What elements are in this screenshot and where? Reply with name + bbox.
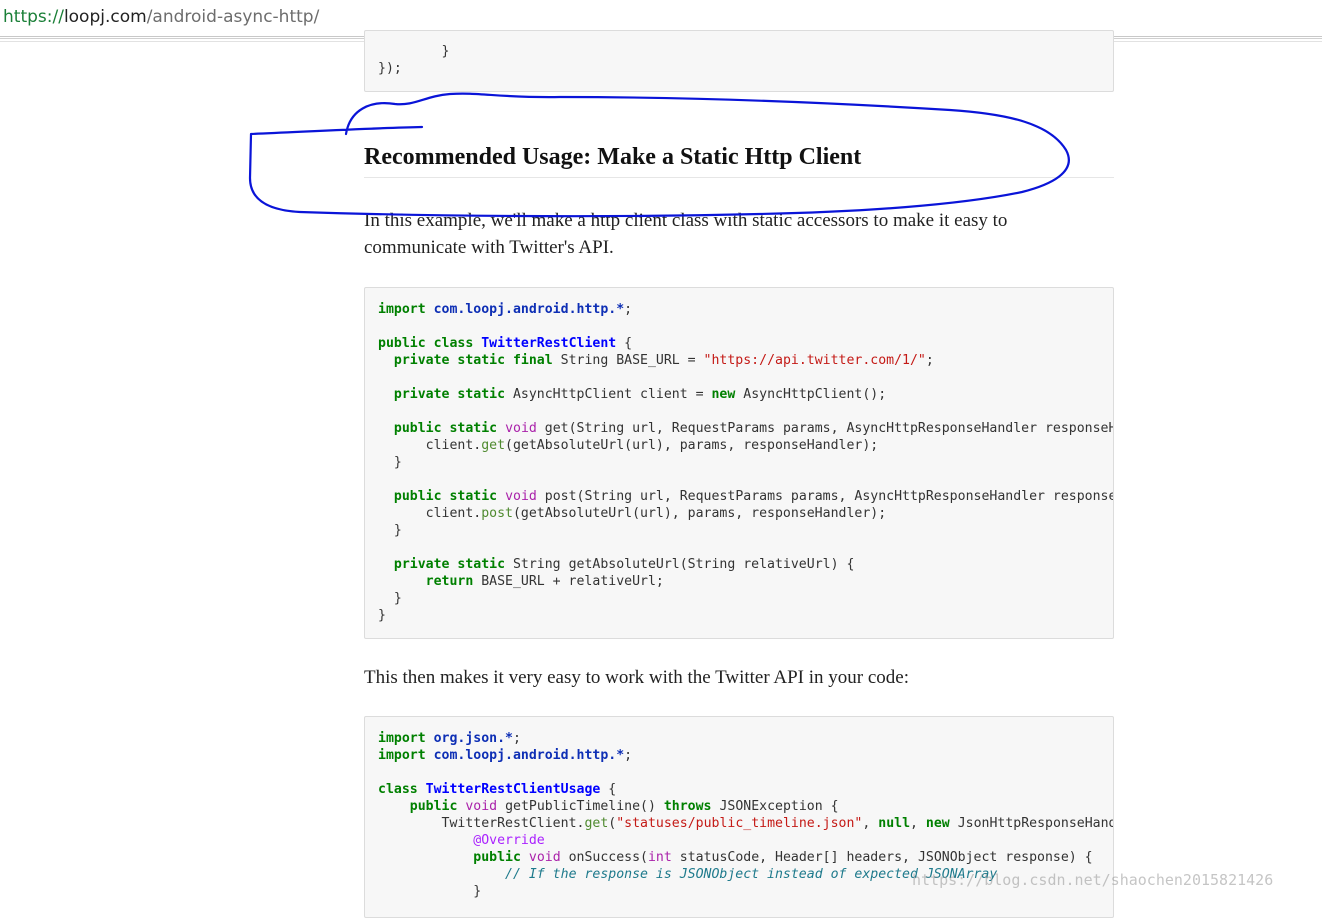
code-type: void	[465, 799, 498, 814]
code-punct: ;	[624, 302, 633, 317]
code-type: void	[505, 421, 537, 436]
code-text: {	[600, 782, 617, 797]
code-text: AsyncHttpClient client =	[505, 387, 712, 402]
code-text: getPublicTimeline()	[497, 799, 664, 814]
code-type: int	[647, 850, 672, 865]
code-string: "https://api.twitter.com/1/"	[703, 353, 926, 368]
code-keyword: throws	[663, 799, 712, 814]
code-keyword: new	[711, 387, 736, 402]
code-keyword: new	[925, 816, 950, 831]
code-text: JSONException {	[711, 799, 839, 814]
code-punct: ;	[624, 748, 633, 763]
code-keyword: private static	[393, 557, 506, 572]
code-string: "statuses/public_timeline.json"	[616, 816, 863, 831]
code-punct: }	[393, 523, 402, 538]
code-text: (getAbsoluteUrl(url), params, responseHa…	[505, 438, 879, 453]
code-keyword: class	[378, 782, 418, 797]
code-line: }	[378, 44, 450, 59]
code-punct: }	[473, 884, 482, 899]
code-text: client.	[425, 438, 482, 453]
code-text: (getAbsoluteUrl(url), params, responseHa…	[512, 506, 887, 521]
code-text: String BASE_URL =	[552, 353, 704, 368]
code-text: String getAbsoluteUrl(String relativeUrl…	[505, 557, 855, 572]
code-keyword: public	[409, 799, 458, 814]
code-keyword: public static	[393, 421, 498, 436]
code-text: client.	[425, 506, 482, 521]
code-class-name: TwitterRestClient	[481, 336, 617, 351]
code-keyword: null	[878, 816, 911, 831]
code-keyword: import	[378, 748, 426, 763]
code-class-name: TwitterRestClientUsage	[425, 782, 601, 797]
code-keyword: return	[425, 574, 474, 589]
code-punct: }	[393, 591, 402, 606]
code-text: JsonHttpResponseHandler() {	[957, 816, 1113, 831]
code-keyword: public class	[378, 336, 474, 351]
code-block-previous: } });	[364, 30, 1114, 92]
code-text: ,	[862, 816, 879, 831]
watermark: https://blog.csdn.net/shaochen2015821426	[912, 871, 1274, 889]
followup-paragraph: This then makes it very easy to work wit…	[364, 667, 909, 688]
code-text: BASE_URL + relativeUrl;	[473, 574, 664, 589]
intro-paragraph: In this example, we'll make a http clien…	[364, 210, 1008, 258]
code-line: });	[378, 61, 402, 76]
code-type: void	[505, 489, 537, 504]
section-heading: Recommended Usage: Make a Static Http Cl…	[364, 144, 1114, 178]
code-text: AsyncHttpClient();	[735, 387, 887, 402]
code-punct: }	[378, 608, 386, 623]
code-keyword: public static	[393, 489, 498, 504]
code-method: get	[481, 438, 506, 453]
code-punct: }	[393, 455, 402, 470]
code-punct: ;	[925, 353, 934, 368]
code-package: com.loopj.android.http.*	[433, 302, 625, 317]
code-method: get	[584, 816, 609, 831]
code-method: post	[481, 506, 513, 521]
code-package: com.loopj.android.http.*	[433, 748, 625, 763]
code-text: onSuccess(	[560, 850, 648, 865]
code-punct: ;	[513, 731, 521, 746]
page-content: } }); Recommended Usage: Make a Static H…	[0, 0, 1322, 918]
code-keyword: private static	[393, 387, 506, 402]
code-keyword: public	[473, 850, 521, 865]
code-annotation: @Override	[473, 833, 545, 848]
code-type: void	[528, 850, 561, 865]
code-keyword: private static final	[393, 353, 553, 368]
code-package: org.json.*	[433, 731, 513, 746]
code-keyword: import	[378, 302, 426, 317]
code-text: {	[616, 336, 633, 351]
code-text: TwitterRestClient.	[441, 816, 585, 831]
code-text: statusCode, Header[] headers, JSONObject…	[671, 850, 1093, 865]
code-block-twitter-rest-client: import com.loopj.android.http.*; public …	[364, 287, 1114, 639]
code-text: get(String url, RequestParams params, As…	[544, 421, 1113, 436]
code-text: post(String url, RequestParams params, A…	[544, 489, 1114, 504]
code-keyword: import	[378, 731, 426, 746]
